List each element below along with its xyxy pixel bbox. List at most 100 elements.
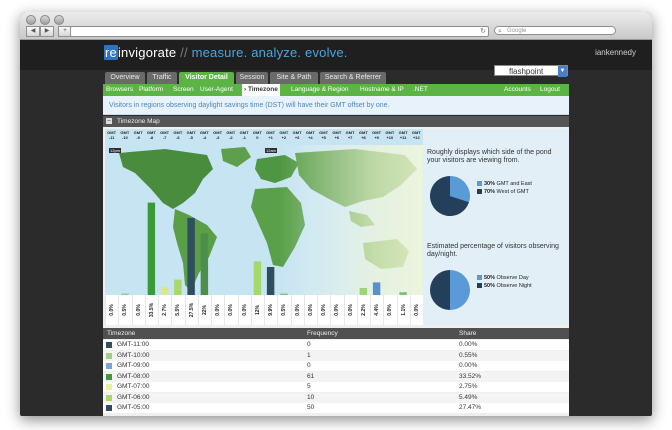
- daynight-caption: Estimated percentage of visitors observi…: [427, 243, 559, 258]
- timezone-label-offset: -4: [202, 135, 207, 140]
- cell-tz: GMT-05:00: [117, 404, 150, 411]
- cell-tz: GMT-06:00: [117, 393, 150, 401]
- timezone-label: GMT +12: [410, 129, 423, 145]
- summary-panel: Roughly displays which side of the pond …: [423, 129, 569, 325]
- history-buttons: ◀ ▶ +: [26, 26, 72, 37]
- username[interactable]: iankennedy: [595, 48, 636, 57]
- table-row[interactable]: GMT-09:00 0 0.00%: [103, 361, 569, 371]
- accounts-link[interactable]: Accounts: [504, 84, 531, 96]
- close-window-button[interactable]: [26, 15, 36, 25]
- timezone-bar[interactable]: [372, 282, 381, 295]
- timezone-label: GMT +8: [357, 129, 370, 145]
- timezone-label-offset: +12: [412, 135, 420, 140]
- timezone-label-offset: 0: [256, 135, 259, 140]
- timezone-pct-label: 9.9%: [268, 304, 275, 316]
- cell-freq: 0: [307, 341, 311, 348]
- timezone-pct-label: 0.0%: [347, 304, 354, 316]
- panel-header: – Timezone Map: [103, 116, 569, 127]
- tab-site-path[interactable]: Site & Path: [270, 72, 318, 84]
- subnav-user-agent[interactable]: User-Agent: [200, 84, 233, 96]
- table-header: Timezone Frequency Share: [103, 328, 569, 339]
- subnav-dotnet[interactable]: .NET: [413, 84, 428, 96]
- timezone-label-offset: -3: [215, 135, 220, 140]
- table-row[interactable]: GMT-07:00 5 2.75%: [103, 382, 569, 392]
- logo-mark: re: [104, 45, 118, 60]
- timezone-label-offset: +3: [294, 135, 300, 140]
- reload-icon[interactable]: ↻: [480, 27, 486, 36]
- app-logo[interactable]: reinvigorate // measure. analyze. evolve…: [104, 45, 348, 60]
- subnav-language-region[interactable]: Language & Region: [291, 84, 348, 96]
- subnav-browsers[interactable]: Browsers: [106, 84, 133, 96]
- timezone-bar[interactable]: [187, 218, 195, 295]
- timezone-swatch: [106, 405, 112, 411]
- pond-west-label: West of GMT: [496, 189, 529, 195]
- timezone-pct-label: 1.1%: [400, 304, 407, 316]
- browser-window: ◀ ▶ + ↻ ⌕ Google reinvigorate // measure…: [20, 12, 652, 416]
- forward-button[interactable]: ▶: [40, 26, 54, 37]
- table-row[interactable]: GMT-11:00 0 0.00%: [103, 340, 569, 350]
- collapse-icon[interactable]: –: [106, 118, 112, 124]
- table-row[interactable]: GMT-10:00 1 0.55%: [103, 350, 569, 361]
- timezone-pct-label: 0.0%: [334, 304, 341, 316]
- cell-tz: GMT-10:00: [117, 351, 150, 359]
- clock-label-noon: 12pm: [109, 148, 122, 153]
- timezone-pct-label: 2.7%: [162, 304, 169, 316]
- profile-select-value: flashpoint: [509, 67, 544, 76]
- timezone-label: GMT -1: [238, 129, 251, 145]
- cell-freq: 0: [307, 362, 311, 369]
- address-bar[interactable]: ↻: [70, 26, 489, 37]
- timezone-label-offset: -10: [121, 135, 128, 140]
- timezone-label-offset: +8: [361, 135, 366, 140]
- subnav-screen[interactable]: Screen: [173, 84, 194, 96]
- legend-swatch: [477, 189, 482, 194]
- timezone-label-offset: -2: [229, 135, 233, 140]
- timezone-label-offset: +9: [374, 135, 379, 140]
- timezone-label: GMT -7: [158, 129, 171, 145]
- timezone-pct-label: 0.0%: [387, 304, 394, 316]
- tab-search-referrer[interactable]: Search & Referrer: [320, 72, 386, 84]
- timezone-bar[interactable]: [359, 288, 368, 295]
- table-row[interactable]: GMT-06:00 10 5.49%: [103, 392, 569, 403]
- timezone-label-offset: -7: [162, 135, 167, 140]
- logo-wordmark: invigorate: [117, 45, 177, 60]
- back-button[interactable]: ◀: [26, 26, 40, 37]
- col-timezone[interactable]: Timezone: [107, 328, 135, 339]
- timezone-pct-label: 33.5%: [148, 302, 155, 318]
- minimize-window-button[interactable]: [40, 15, 50, 25]
- timezone-bar[interactable]: [174, 279, 182, 295]
- table-row[interactable]: GMT-08:00 61 33.52%: [103, 371, 569, 382]
- timezone-bar[interactable]: [253, 261, 262, 295]
- timezone-label: GMT +11: [397, 129, 410, 145]
- timezone-bar[interactable]: [266, 267, 275, 295]
- tab-visitor-detail[interactable]: Visitor Detail: [179, 72, 234, 84]
- subnav-hostname-ip[interactable]: Hostname & IP: [360, 84, 404, 96]
- timezone-pct-label: 0.0%: [294, 304, 301, 316]
- timezone-pct-cell: 0.0%: [303, 295, 317, 325]
- timezone-label-offset: +6: [334, 135, 340, 140]
- col-frequency[interactable]: Frequency: [307, 328, 338, 339]
- pond-legend-east: 30% GMT and East: [477, 181, 532, 188]
- tab-overview[interactable]: Overview: [105, 72, 145, 84]
- chevron-down-icon[interactable]: ▼: [558, 66, 567, 77]
- timezone-pct-label: 0.0%: [215, 304, 222, 316]
- timezone-pct-label: 0.0%: [413, 304, 420, 316]
- subnav-timezone[interactable]: › Timezone: [242, 84, 280, 96]
- zoom-window-button[interactable]: [54, 15, 64, 25]
- col-share[interactable]: Share: [459, 328, 476, 339]
- logo-separator: //: [180, 45, 188, 60]
- timezone-bar[interactable]: [160, 286, 169, 295]
- timezone-bar[interactable]: [200, 233, 209, 295]
- search-field[interactable]: ⌕ Google: [494, 26, 616, 35]
- cell-freq: 61: [307, 372, 315, 380]
- table-row[interactable]: GMT-05:00 50 27.47%: [103, 403, 569, 413]
- timezone-bar[interactable]: [147, 202, 156, 295]
- cell-freq: 50: [307, 404, 315, 411]
- timezone-label: GMT -11: [105, 129, 118, 145]
- timezone-pct-label: 27.5%: [188, 302, 195, 318]
- tab-session[interactable]: Session: [236, 72, 268, 84]
- daynight-legend-night: 50% Observe Night: [477, 283, 532, 290]
- profile-select[interactable]: flashpoint ▼: [494, 65, 568, 77]
- tab-traffic[interactable]: Traffic: [147, 72, 177, 84]
- logout-link[interactable]: Logout: [540, 84, 560, 96]
- subnav-platform[interactable]: Platform: [139, 84, 163, 96]
